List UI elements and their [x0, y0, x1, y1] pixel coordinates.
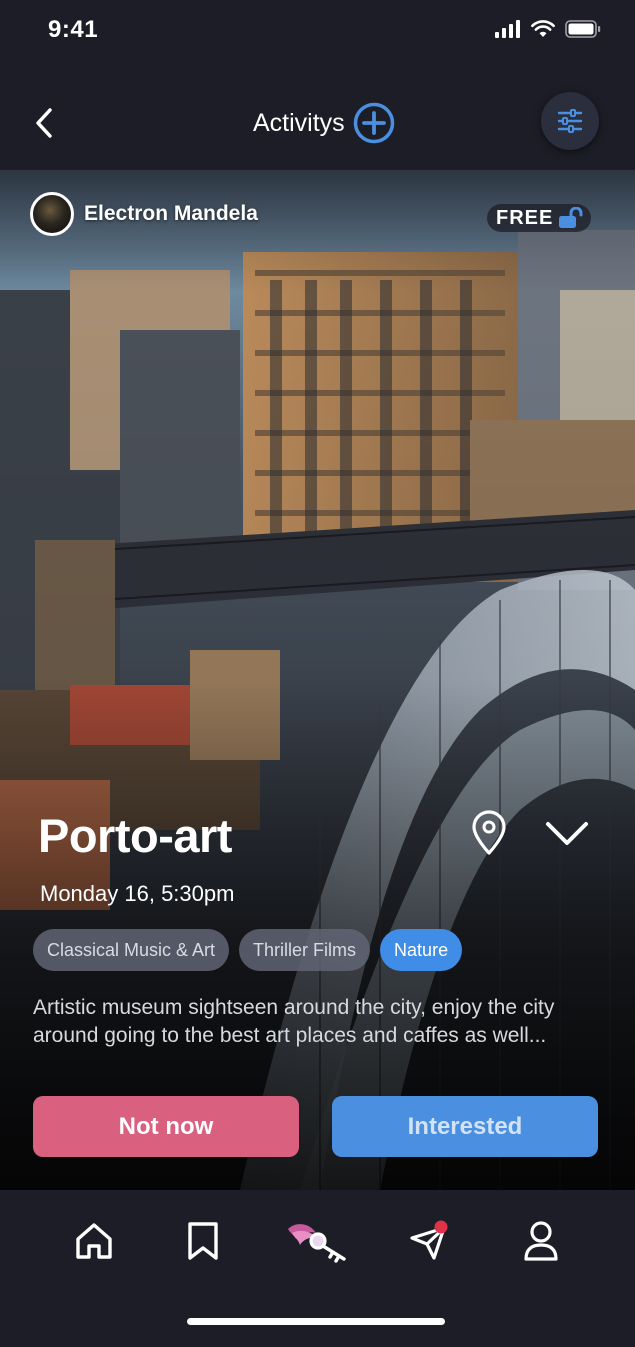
- interested-button[interactable]: Interested: [332, 1096, 598, 1157]
- profile-icon: [524, 1221, 558, 1261]
- nav-home[interactable]: [72, 1218, 116, 1264]
- tag-classical-music-art[interactable]: Classical Music & Art: [33, 929, 230, 971]
- nav-profile[interactable]: [519, 1218, 563, 1264]
- battery-icon: [565, 20, 601, 38]
- send-icon: [410, 1220, 448, 1260]
- filter-button[interactable]: [541, 92, 599, 150]
- nav-brand[interactable]: [286, 1218, 348, 1264]
- notification-dot: [434, 1220, 448, 1234]
- add-activity-icon[interactable]: [353, 102, 395, 144]
- avatar: [30, 192, 74, 236]
- bookmark-icon: [188, 1222, 218, 1260]
- host-profile[interactable]: Electron Mandela: [30, 192, 258, 236]
- chevron-down-icon[interactable]: [545, 820, 589, 848]
- status-icons: [495, 20, 601, 38]
- brand-key-icon: [288, 1224, 346, 1263]
- back-chevron-icon[interactable]: [30, 106, 60, 140]
- nav-messages[interactable]: [407, 1218, 451, 1264]
- home-indicator[interactable]: [187, 1318, 445, 1325]
- location-pin-icon[interactable]: [470, 810, 508, 856]
- tag-list: Classical Music & Art Thriller Films Nat…: [33, 929, 463, 971]
- unlock-icon: [559, 207, 583, 228]
- header: Activitys: [0, 62, 635, 170]
- sliders-icon: [557, 109, 583, 133]
- page-title: Activitys: [253, 108, 345, 137]
- price-badge-label: FREE: [496, 206, 554, 229]
- status-bar: 9:41: [0, 0, 635, 62]
- event-date: Monday 16, 5:30pm: [40, 881, 235, 906]
- wifi-icon: [531, 20, 555, 37]
- cellular-signal-icon: [495, 20, 520, 38]
- status-time: 9:41: [48, 16, 99, 43]
- nav-saved[interactable]: [181, 1218, 225, 1264]
- tag-thriller-films[interactable]: Thriller Films: [239, 929, 371, 971]
- not-now-button[interactable]: Not now: [33, 1096, 299, 1157]
- bottom-nav: [0, 1190, 635, 1347]
- home-icon: [76, 1223, 112, 1259]
- event-title: Porto-art: [38, 809, 232, 862]
- event-description: Artistic museum sightseen around the cit…: [33, 996, 555, 1047]
- price-badge: FREE: [487, 204, 592, 232]
- tag-nature[interactable]: Nature: [380, 929, 463, 971]
- header-title-group: Activitys: [253, 102, 395, 144]
- event-card[interactable]: Electron Mandela FREE Porto-art Monday 1…: [0, 170, 635, 1190]
- host-name: Electron Mandela: [84, 202, 258, 225]
